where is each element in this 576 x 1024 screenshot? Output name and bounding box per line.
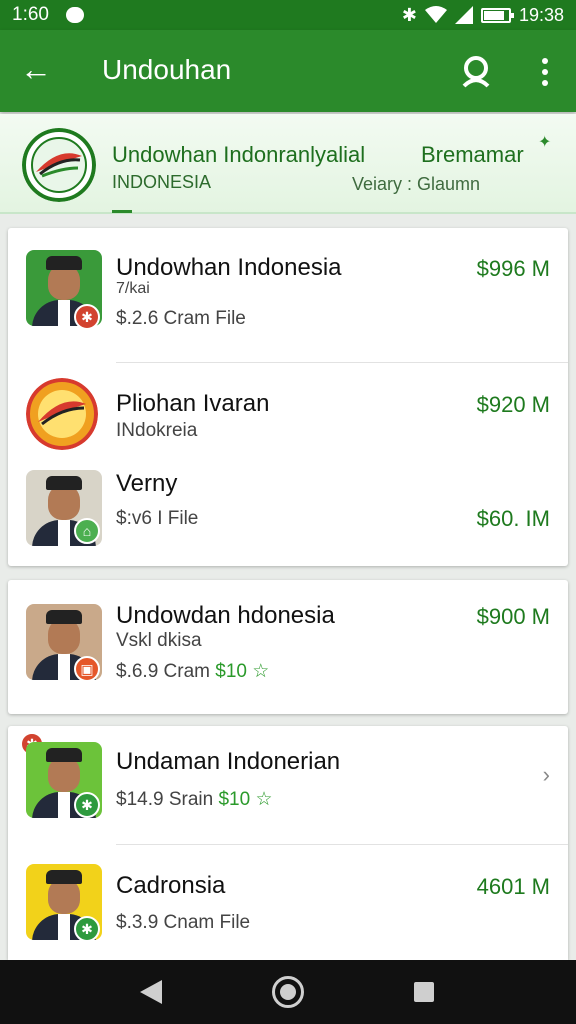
item-price: $996 M [476, 256, 550, 281]
page-title: Undouhan [102, 54, 232, 85]
sparkle-icon: ✦ [538, 134, 552, 151]
battery-icon [480, 7, 514, 23]
item-size: $14.9 Srain $10 ☆ [116, 788, 273, 811]
wifi-icon [424, 6, 447, 23]
nav-home-icon[interactable] [272, 976, 304, 1008]
indonesia-logo-icon [22, 128, 96, 202]
item-name: Undowhan Indonesia [116, 254, 342, 281]
indonesia-logo-icon [26, 378, 98, 450]
item-detail: Vskl dkisa [116, 630, 202, 651]
item-size: $:v6 I File [116, 508, 199, 529]
item-price: 4601 M [476, 874, 550, 899]
item-price: $920 M [476, 392, 550, 417]
notification-icon [66, 7, 84, 23]
item-size: $.6.9 Cram $10 ☆ [116, 660, 269, 683]
item-name: Undaman Indonerian [116, 748, 341, 775]
download-card: ▣ Undowdan hdonesia Vskl dkisa $.6.9 Cra… [8, 580, 568, 714]
status-icons: ✱ 19:38 [402, 4, 564, 26]
status-badge-icon: ✱ [74, 916, 100, 942]
item-detail: 7/kai [116, 280, 150, 297]
banner-underline [112, 210, 132, 213]
banner-title-right: Bremamar [421, 142, 524, 167]
download-card: ✱ ✱ Undaman Indonerian $14.9 Srain $10 ☆… [8, 726, 568, 960]
status-badge-icon: ▣ [74, 656, 100, 682]
list-item[interactable]: ▣ Undowdan hdonesia Vskl dkisa $.6.9 Cra… [8, 580, 568, 714]
status-badge-icon: ⌂ [74, 518, 100, 544]
signal-icon [454, 6, 473, 24]
star-icon: ☆ [252, 661, 270, 682]
banner-version: Veiary : Glaumn [352, 174, 481, 194]
item-extra: $10 [215, 661, 247, 682]
search-icon[interactable] [456, 52, 496, 92]
item-size-text: $.6.9 Cram [116, 661, 210, 682]
list-item[interactable]: ✱ Cadronsia $.3.9 Cnam File 4601 M [8, 844, 568, 960]
item-size: $.2.6 Cram File [116, 308, 246, 329]
item-size-text: $14.9 Srain [116, 789, 214, 810]
list-item[interactable]: ⌂ Verny $:v6 I File $60. IM [8, 462, 568, 566]
item-name: Undowdan hdonesia [116, 602, 335, 629]
item-price: $900 M [476, 604, 550, 629]
nav-back-icon[interactable] [140, 980, 162, 1004]
status-time: 1:60 [12, 4, 49, 25]
nav-recents-icon[interactable] [414, 982, 434, 1002]
item-name: Cadronsia [116, 872, 226, 899]
back-arrow-icon[interactable]: ← [18, 52, 54, 88]
app-bar: ← Undouhan [0, 30, 576, 112]
star-icon: ☆ [255, 789, 273, 810]
item-size: $.3.9 Cnam File [116, 912, 251, 933]
item-detail: INdokreia [116, 420, 198, 441]
bluetooth-icon: ✱ [401, 4, 417, 25]
status-clock: 19:38 [518, 4, 564, 25]
download-card: ✱ Undowhan Indonesia 7/kai $.2.6 Cram Fi… [8, 228, 568, 566]
status-bar: 1:60 ✱ 19:38 [0, 0, 576, 30]
header-banner: Undowhan Indonranlyalial Bremamar ✦ INDO… [0, 114, 576, 214]
list-item[interactable]: Pliohan Ivaran INdokreia $920 M [8, 362, 568, 462]
system-nav-bar [0, 960, 576, 1024]
banner-subtitle: INDONESIA [112, 172, 212, 192]
banner-title: Undowhan Indonranlyalial [112, 142, 366, 167]
item-name: Pliohan Ivaran [116, 390, 270, 417]
status-badge-icon: ✱ [74, 304, 100, 330]
item-price: $60. IM [476, 506, 550, 531]
chevron-right-icon[interactable]: › [543, 762, 550, 788]
list-item[interactable]: ✱ Undowhan Indonesia 7/kai $.2.6 Cram Fi… [8, 228, 568, 362]
more-vert-icon[interactable] [530, 52, 560, 92]
item-extra: $10 [218, 789, 251, 810]
status-badge-icon: ✱ [74, 792, 100, 818]
item-name: Verny [116, 470, 178, 497]
list-item[interactable]: ✱ ✱ Undaman Indonerian $14.9 Srain $10 ☆… [8, 726, 568, 844]
